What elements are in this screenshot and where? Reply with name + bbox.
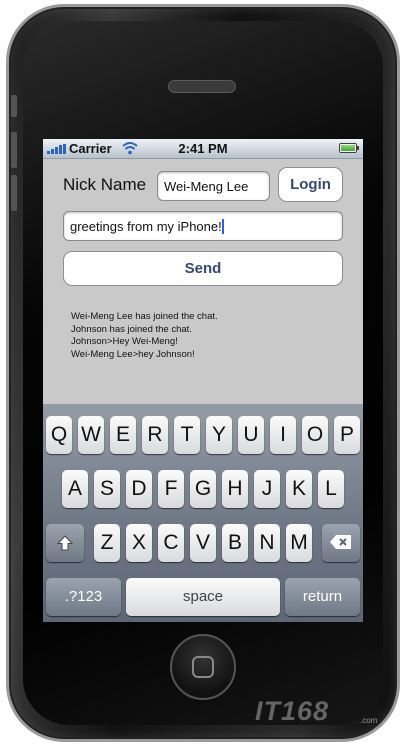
return-key[interactable]: return xyxy=(285,578,360,616)
battery-icon xyxy=(339,143,359,153)
key-a[interactable]: A xyxy=(62,470,88,508)
nick-name-field[interactable]: Wei-Meng Lee xyxy=(157,171,270,201)
chat-log-line: Johnson has joined the chat. xyxy=(71,323,192,335)
phone-screen: Carrier 2:41 PM Nick Name Wei-Meng Lee L… xyxy=(43,139,363,622)
watermark-suffix: .com xyxy=(360,716,378,725)
home-button[interactable] xyxy=(170,634,236,700)
key-t[interactable]: T xyxy=(174,416,200,454)
numbers-key[interactable]: .?123 xyxy=(46,578,121,616)
key-r[interactable]: R xyxy=(142,416,168,454)
keyboard: Q W E R T Y U I O P A S D F G H J K L Z … xyxy=(43,404,363,622)
key-m[interactable]: M xyxy=(286,524,312,562)
backspace-key[interactable] xyxy=(322,524,360,562)
chat-log-line: Johnson>Hey Wei-Meng! xyxy=(71,336,178,347)
send-button[interactable]: Send xyxy=(63,251,343,286)
message-input[interactable]: greetings from my iPhone! xyxy=(63,211,343,241)
key-v[interactable]: V xyxy=(190,524,216,562)
nick-name-value: Wei-Meng Lee xyxy=(164,179,249,194)
key-x[interactable]: X xyxy=(126,524,152,562)
key-i[interactable]: I xyxy=(270,416,296,454)
backspace-icon xyxy=(330,535,351,549)
key-o[interactable]: O xyxy=(302,416,328,454)
key-e[interactable]: E xyxy=(110,416,136,454)
key-q[interactable]: Q xyxy=(46,416,72,454)
key-k[interactable]: K xyxy=(286,470,312,508)
watermark-logo: IT168 xyxy=(255,696,330,726)
key-w[interactable]: W xyxy=(78,416,104,454)
key-c[interactable]: C xyxy=(158,524,184,562)
home-square-icon xyxy=(192,656,214,678)
status-bar: Carrier 2:41 PM xyxy=(43,139,363,159)
text-cursor xyxy=(221,219,224,234)
key-g[interactable]: G xyxy=(190,470,216,508)
key-s[interactable]: S xyxy=(94,470,120,508)
key-h[interactable]: H xyxy=(222,470,248,508)
key-u[interactable]: U xyxy=(238,416,264,454)
volume-up-button xyxy=(11,132,17,168)
key-n[interactable]: N xyxy=(254,524,280,562)
status-time: 2:41 PM xyxy=(178,141,228,156)
message-value: greetings from my iPhone! xyxy=(70,219,222,234)
shift-arrow-icon xyxy=(56,535,74,551)
key-b[interactable]: B xyxy=(222,524,248,562)
login-button[interactable]: Login xyxy=(278,167,343,202)
chat-log-line: Wei-Meng Lee>hey Johnson! xyxy=(71,348,195,360)
volume-down-button xyxy=(11,175,17,211)
key-f[interactable]: F xyxy=(158,470,184,508)
key-y[interactable]: Y xyxy=(206,416,232,454)
key-z[interactable]: Z xyxy=(94,524,120,562)
chat-log-line: Wei-Meng Lee has joined the chat. xyxy=(71,311,218,322)
key-d[interactable]: D xyxy=(126,470,152,508)
shift-key[interactable] xyxy=(46,524,84,562)
earpiece-speaker xyxy=(168,80,236,93)
key-j[interactable]: J xyxy=(254,470,280,508)
key-p[interactable]: P xyxy=(334,416,360,454)
silent-switch xyxy=(11,95,17,117)
space-key[interactable]: space xyxy=(126,578,280,616)
chat-log: Wei-Meng Lee has joined the chat. Johnso… xyxy=(71,311,218,361)
nick-name-label: Nick Name xyxy=(63,175,147,194)
key-l[interactable]: L xyxy=(318,470,344,508)
